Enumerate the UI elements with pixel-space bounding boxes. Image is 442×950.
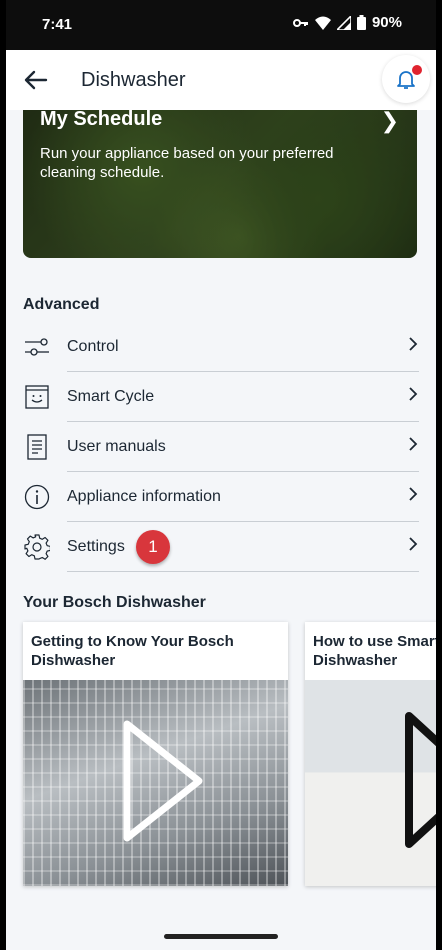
vpn-key-icon (292, 18, 308, 27)
sliders-icon (25, 338, 49, 356)
menu-item-label: Settings (67, 538, 125, 555)
video-title: How to use Smart Cycle in Your Dishwashe… (313, 633, 436, 669)
video-thumbnail (305, 680, 436, 886)
menu-item-label: Smart Cycle (67, 388, 155, 405)
play-icon (123, 720, 203, 842)
video-card[interactable]: How to use Smart Cycle in Your Dishwashe… (305, 622, 436, 886)
step-badge: 1 (136, 530, 170, 564)
chevron-right-icon (409, 337, 418, 351)
navigation-bar (6, 915, 436, 950)
video-thumbnail (23, 680, 288, 886)
menu-item-label: User manuals (67, 438, 166, 455)
my-schedule-card[interactable]: My Schedule ❯ Run your appliance based o… (23, 110, 417, 258)
your-dishwasher-heading: Your Bosch Dishwasher (23, 594, 206, 611)
menu-item-settings[interactable]: Settings 1 (6, 522, 436, 572)
menu-item-control[interactable]: Control (6, 322, 436, 372)
smart-cycle-icon (25, 385, 49, 409)
chevron-right-icon (409, 437, 418, 451)
status-time: 7:41 (42, 16, 73, 33)
home-indicator[interactable] (164, 934, 278, 939)
video-card[interactable]: Getting to Know Your Bosch Dishwasher (23, 622, 288, 886)
app-bar: Dishwasher (6, 50, 436, 110)
schedule-description: Run your appliance based on your preferr… (40, 145, 334, 181)
advanced-heading: Advanced (23, 296, 100, 313)
gear-icon (24, 534, 50, 560)
menu-item-appliance-information[interactable]: Appliance information (6, 472, 436, 522)
wifi-icon (314, 16, 331, 30)
document-icon (27, 434, 47, 460)
status-icons: 90% (292, 14, 402, 31)
chevron-right-icon: ❯ (380, 110, 399, 133)
schedule-title: My Schedule (40, 110, 163, 130)
video-carousel: Getting to Know Your Bosch Dishwasher Ho… (23, 622, 436, 887)
page-title: Dishwasher (81, 69, 186, 91)
menu-item-label: Appliance information (67, 488, 221, 505)
advanced-menu: Control Smart Cycle User manuals Applian… (6, 322, 436, 572)
notifications-button[interactable] (382, 55, 430, 103)
battery-percent: 90% (371, 14, 402, 31)
menu-item-label: Control (67, 338, 119, 355)
back-arrow-icon[interactable] (22, 66, 50, 94)
info-icon (24, 484, 50, 510)
notification-dot (412, 65, 422, 75)
chevron-right-icon (409, 487, 418, 501)
play-icon (405, 712, 436, 848)
video-title: Getting to Know Your Bosch Dishwasher (31, 633, 234, 669)
battery-icon (356, 15, 366, 30)
menu-item-user-manuals[interactable]: User manuals (6, 422, 436, 472)
screen: 7:41 90% Dishwasher My Schedule ❯ Run yo… (6, 0, 436, 950)
signal-icon (336, 15, 351, 30)
chevron-right-icon (409, 387, 418, 401)
divider (67, 571, 419, 572)
menu-item-smart-cycle[interactable]: Smart Cycle (6, 372, 436, 422)
status-bar: 7:41 90% (6, 0, 436, 50)
chevron-right-icon (409, 537, 418, 551)
